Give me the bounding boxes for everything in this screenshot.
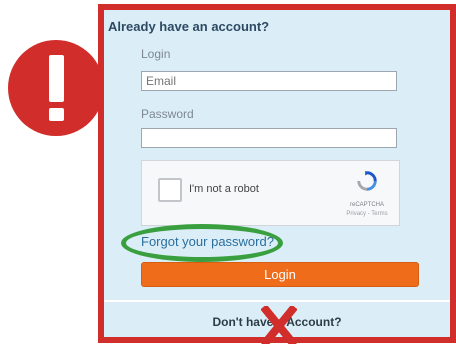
login-label: Login	[141, 47, 171, 61]
alert-icon-bar	[49, 55, 64, 102]
page-title: Already have an account?	[108, 19, 270, 34]
x-icon	[261, 306, 297, 344]
captcha-brand: reCAPTCHA	[349, 202, 384, 208]
password-field[interactable]	[141, 128, 397, 148]
captcha-links[interactable]: Privacy - Terms	[337, 211, 397, 217]
login-button[interactable]: Login	[141, 262, 419, 287]
captcha-label: I'm not a robot	[189, 183, 259, 195]
recaptcha-icon	[357, 170, 377, 191]
captcha-checkbox[interactable]	[158, 178, 182, 202]
alert-icon-dot	[49, 108, 64, 121]
highlight-ellipse	[121, 224, 283, 262]
password-label: Password	[141, 107, 194, 121]
alert-icon	[8, 40, 104, 136]
recaptcha-widget: I'm not a robot reCAPTCHA Privacy - Term…	[141, 160, 400, 226]
divider	[104, 300, 450, 302]
email-field[interactable]	[141, 71, 397, 91]
